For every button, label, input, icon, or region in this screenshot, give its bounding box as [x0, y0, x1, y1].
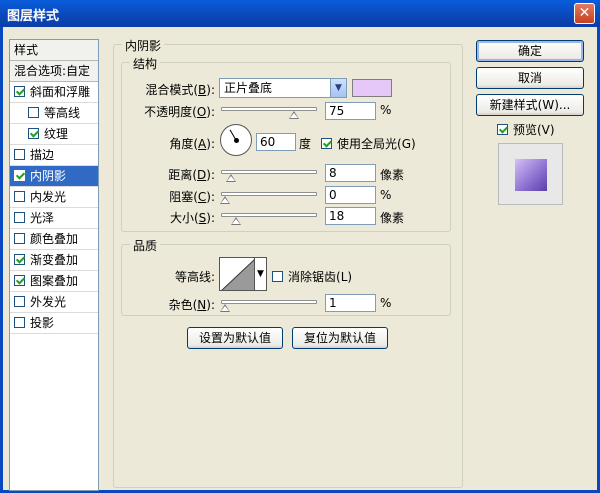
drop-shadow-checkbox[interactable] — [14, 317, 25, 328]
style-list-header: 样式 — [10, 40, 98, 61]
contour-curve-icon — [221, 259, 254, 290]
chevron-down-icon[interactable]: ▼ — [330, 79, 346, 97]
style-item-contour[interactable]: 等高线 — [10, 103, 98, 124]
style-list: 样式 混合选项:自定 斜面和浮雕 等高线 纹理 描边 内阴影 内发光 光泽 颜色… — [9, 39, 99, 491]
outer-glow-checkbox[interactable] — [14, 296, 25, 307]
style-item-label: 纹理 — [44, 127, 69, 141]
texture-checkbox[interactable] — [28, 128, 39, 139]
structure-title: 结构 — [130, 55, 161, 72]
ok-button[interactable]: 确定 — [476, 40, 584, 62]
style-item-label: 外发光 — [30, 295, 67, 309]
style-item-label: 内发光 — [30, 190, 67, 204]
style-item-inner-shadow[interactable]: 内阴影 — [10, 166, 98, 187]
style-item-color-overlay[interactable]: 颜色叠加 — [10, 229, 98, 250]
title-bar: 图层样式 ✕ — [0, 0, 600, 27]
style-item-label: 渐变叠加 — [30, 253, 79, 267]
global-light-toggle[interactable]: 使用全局光(G) — [321, 135, 416, 152]
reset-default-button[interactable]: 复位为默认值 — [292, 327, 388, 349]
blend-mode-label: 混合模式(B): — [145, 83, 215, 97]
opacity-unit: % — [380, 103, 392, 117]
style-item-texture[interactable]: 纹理 — [10, 124, 98, 145]
style-preview — [498, 143, 563, 205]
size-label: 大小(S): — [169, 211, 215, 225]
choke-unit: % — [380, 188, 392, 202]
gradient-overlay-checkbox[interactable] — [14, 254, 25, 265]
style-item-label: 斜面和浮雕 — [30, 85, 91, 99]
close-icon[interactable]: ✕ — [574, 3, 595, 24]
preview-checkbox[interactable] — [497, 124, 508, 135]
angle-label: 角度(A): — [169, 137, 215, 151]
preview-thumbnail — [515, 159, 547, 191]
opacity-label: 不透明度(O): — [144, 105, 215, 119]
style-item-label: 投影 — [30, 316, 55, 330]
contour-checkbox[interactable] — [28, 107, 39, 118]
opacity-input[interactable]: 75 — [325, 102, 376, 120]
quality-title: 品质 — [130, 237, 161, 254]
distance-slider[interactable] — [221, 170, 317, 182]
noise-slider[interactable] — [220, 300, 317, 312]
choke-slider[interactable] — [220, 192, 317, 204]
distance-input[interactable]: 8 — [325, 164, 376, 182]
contour-dropdown-icon[interactable]: ▼ — [255, 257, 267, 291]
blend-mode-value: 正片叠底 — [224, 81, 273, 95]
noise-slider-thumb[interactable] — [220, 304, 230, 313]
contour-label: 等高线: — [174, 270, 215, 284]
cancel-button[interactable]: 取消 — [476, 67, 584, 89]
style-item-label: 描边 — [30, 148, 55, 162]
inner-glow-checkbox[interactable] — [14, 191, 25, 202]
style-item-outer-glow[interactable]: 外发光 — [10, 292, 98, 313]
style-item-bevel-emboss[interactable]: 斜面和浮雕 — [10, 82, 98, 103]
noise-input[interactable]: 1 — [325, 294, 376, 312]
antialias-checkbox[interactable] — [272, 271, 283, 282]
angle-dial-center — [234, 138, 239, 143]
choke-label: 阻塞(C): — [169, 190, 215, 204]
angle-dial[interactable] — [220, 124, 252, 156]
distance-slider-thumb[interactable] — [226, 174, 236, 183]
bevel-emboss-checkbox[interactable] — [14, 86, 25, 97]
noise-unit: % — [380, 296, 392, 310]
opacity-slider-thumb[interactable] — [288, 111, 299, 120]
style-item-inner-glow[interactable]: 内发光 — [10, 187, 98, 208]
style-item-label: 颜色叠加 — [30, 232, 79, 246]
size-slider[interactable] — [221, 213, 317, 225]
contour-preview[interactable] — [219, 257, 255, 291]
shadow-color-swatch[interactable] — [352, 79, 392, 97]
inner-shadow-title: 内阴影 — [122, 37, 165, 54]
angle-input[interactable]: 60 — [256, 133, 296, 151]
distance-unit: 像素 — [380, 168, 405, 182]
antialias-toggle[interactable]: 消除锯齿(L) — [272, 268, 352, 285]
window-title: 图层样式 — [7, 9, 60, 24]
style-item-drop-shadow[interactable]: 投影 — [10, 313, 98, 334]
style-item-label: 光泽 — [30, 211, 55, 225]
set-default-button[interactable]: 设置为默认值 — [187, 327, 283, 349]
pattern-overlay-checkbox[interactable] — [14, 275, 25, 286]
style-item-label: 内阴影 — [30, 169, 67, 183]
style-item-label: 等高线 — [44, 106, 81, 120]
style-item-satin[interactable]: 光泽 — [10, 208, 98, 229]
style-item-stroke[interactable]: 描边 — [10, 145, 98, 166]
style-item-gradient-overlay[interactable]: 渐变叠加 — [10, 250, 98, 271]
stroke-checkbox[interactable] — [14, 149, 25, 160]
size-unit: 像素 — [380, 211, 405, 225]
size-input[interactable]: 18 — [325, 207, 376, 225]
noise-label: 杂色(N): — [168, 298, 215, 312]
global-light-checkbox[interactable] — [321, 138, 332, 149]
color-overlay-checkbox[interactable] — [14, 233, 25, 244]
angle-unit: 度 — [299, 137, 312, 151]
style-item-label: 图案叠加 — [30, 274, 79, 288]
preview-toggle[interactable]: 预览(V) — [497, 121, 555, 138]
choke-input[interactable]: 0 — [325, 186, 376, 204]
preview-label: 预览(V) — [513, 123, 555, 137]
blend-mode-select[interactable]: 正片叠底 ▼ — [219, 78, 347, 98]
style-item-pattern-overlay[interactable]: 图案叠加 — [10, 271, 98, 292]
size-slider-thumb[interactable] — [231, 217, 241, 226]
inner-shadow-checkbox[interactable] — [14, 170, 25, 181]
new-style-button[interactable]: 新建样式(W)... — [476, 94, 584, 116]
satin-checkbox[interactable] — [14, 212, 25, 223]
choke-slider-thumb[interactable] — [220, 196, 230, 205]
blend-options-item[interactable]: 混合选项:自定 — [10, 61, 98, 82]
opacity-slider[interactable] — [221, 107, 317, 119]
distance-label: 距离(D): — [168, 168, 215, 182]
